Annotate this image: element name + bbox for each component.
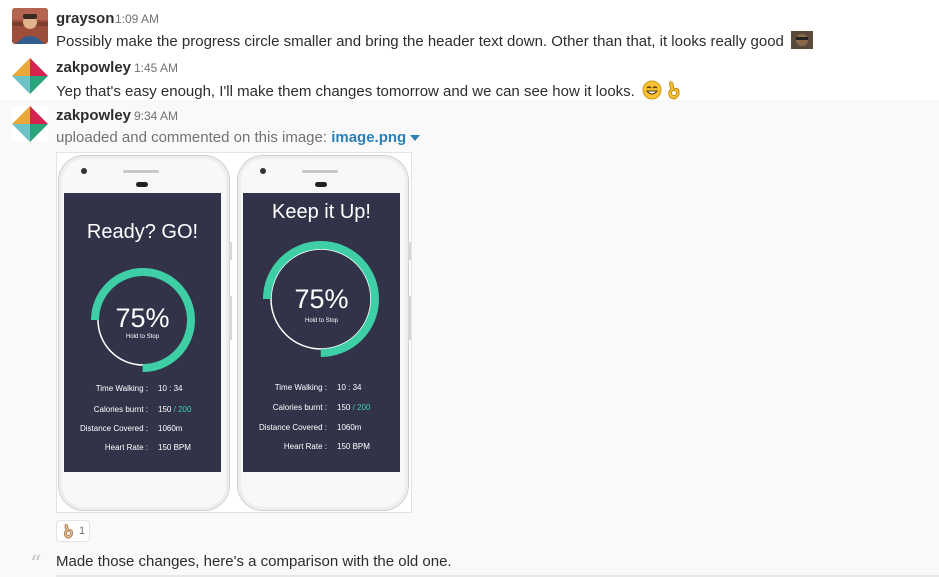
file-dropdown-icon[interactable] — [410, 135, 421, 142]
avatar-zakpowley[interactable] — [12, 58, 48, 94]
stat-distance: Distance Covered : 1060m — [258, 423, 362, 432]
file-comment: Made those changes, here's a comparison … — [56, 553, 452, 570]
sensor — [315, 182, 327, 187]
stat-calories: Calories burnt : 150 / 200 — [272, 403, 371, 412]
phone-side-button — [408, 242, 411, 260]
stat-time-walking: Time Walking : 10 : 34 — [95, 384, 183, 393]
stat-time-walking: Time Walking : 10 : 34 — [274, 383, 362, 392]
stat-calories: Calories burnt : 150 / 200 — [93, 405, 192, 414]
camera-icon — [81, 168, 87, 174]
upload-text: uploaded and commented on this image: — [56, 129, 328, 146]
progress-percent: 75% — [294, 284, 349, 314]
quote-icon: “ — [30, 552, 42, 577]
ok-hand-emoji — [62, 523, 75, 542]
app-screen: Keep it Up! 75% Hold to Stop Time Walkin… — [243, 193, 400, 472]
screen-title: Ready? GO! — [86, 221, 199, 243]
reaction-count: 1 — [79, 525, 86, 537]
message-text: Possibly make the progress circle smalle… — [56, 31, 814, 53]
timestamp[interactable]: 1:45 AM — [134, 61, 178, 75]
stat-heart-rate: Heart Rate : 150 BPM — [283, 442, 370, 451]
app-screen: Ready? GO! 75% Hold to Stop Time Walking… — [64, 193, 221, 472]
file-link[interactable]: image.png — [331, 129, 406, 146]
upload-line: uploaded and commented on this image: im… — [56, 129, 421, 146]
camera-icon — [260, 168, 266, 174]
hold-to-stop-label[interactable]: Hold to Stop — [243, 318, 400, 324]
calories-goal: / 200 — [352, 403, 371, 412]
timestamp[interactable]: 1:09 AM — [115, 12, 159, 26]
phone-mockup-old: Ready? GO! 75% Hold to Stop Time Walking… — [58, 155, 232, 511]
reaction-ok-hand[interactable]: 1 — [56, 520, 90, 542]
message-body: Possibly make the progress circle smalle… — [56, 32, 784, 50]
message-zakpowley-1: zakpowley 1:45 AM Yep that's easy enough… — [0, 52, 939, 100]
progress-percent: 75% — [115, 303, 170, 333]
face-emoji — [791, 31, 814, 53]
stat-distance: Distance Covered : 1060m — [79, 424, 183, 433]
username-zakpowley[interactable]: zakpowley — [56, 59, 131, 76]
stat-heart-rate: Heart Rate : 150 BPM — [104, 443, 191, 452]
avatar-zakpowley[interactable] — [12, 106, 48, 142]
timestamp[interactable]: 9:34 AM — [134, 109, 178, 123]
avatar-grayson[interactable] — [12, 8, 48, 44]
message-grayson: grayson 1:09 AM Possibly make the progre… — [0, 0, 939, 52]
username-grayson[interactable]: grayson — [56, 10, 114, 27]
phone-mockup-new: Keep it Up! 75% Hold to Stop Time Walkin… — [237, 155, 411, 511]
message-body: Yep that's easy enough, I'll make them c… — [56, 82, 635, 100]
username-zakpowley[interactable]: zakpowley — [56, 107, 131, 124]
speaker-grill — [302, 170, 338, 173]
image-attachment[interactable]: Ready? GO! 75% Hold to Stop Time Walking… — [56, 152, 412, 513]
phone-side-button — [229, 296, 232, 340]
calories-goal: / 200 — [173, 405, 192, 414]
phone-side-button — [229, 242, 232, 260]
speaker-grill — [123, 170, 159, 173]
screen-title: Keep it Up! — [272, 201, 371, 223]
phone-side-button — [408, 296, 411, 340]
hold-to-stop-label[interactable]: Hold to Stop — [64, 334, 221, 340]
sensor — [136, 182, 148, 187]
